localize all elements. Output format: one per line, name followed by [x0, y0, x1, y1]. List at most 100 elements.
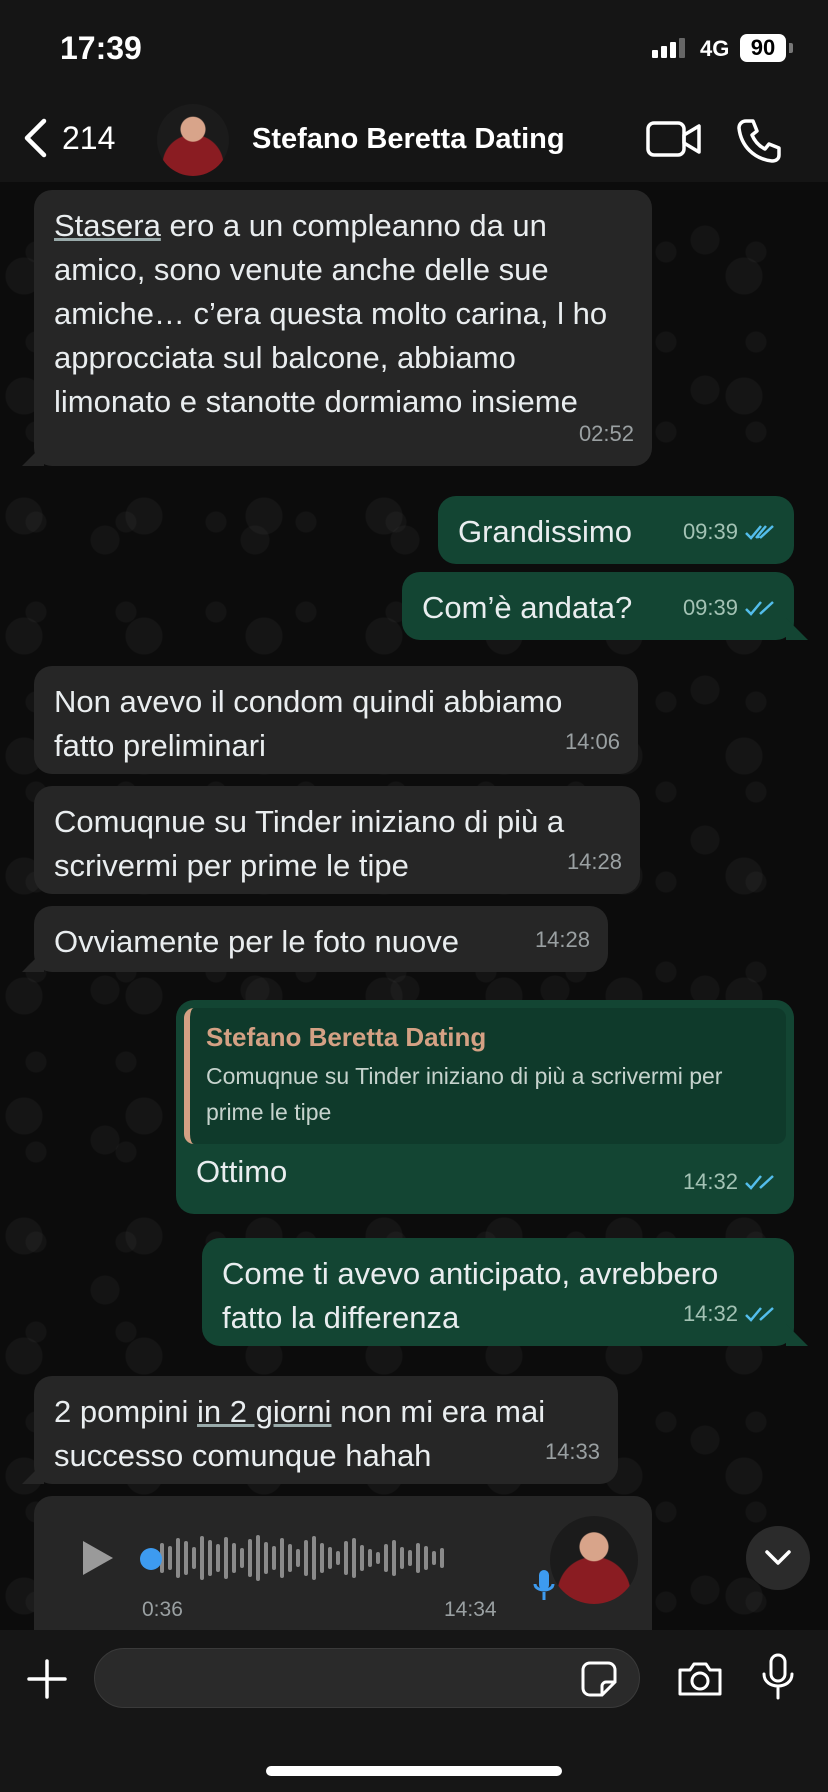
home-indicator [266, 1766, 562, 1776]
double-check-icon [745, 1307, 774, 1322]
sender-avatar [550, 1516, 638, 1604]
message-list[interactable]: Stasera ero a un compleanno da un amico,… [0, 182, 828, 1630]
waveform-bar [224, 1537, 228, 1579]
waveform-bar [320, 1543, 324, 1573]
message-time: 14:32 [682, 1301, 738, 1326]
voice-duration: 0:36 [142, 1598, 183, 1621]
message-bubble-incoming[interactable]: 2 pompini in 2 giorni non mi era mai suc… [34, 1376, 618, 1484]
waveform-bar [424, 1546, 428, 1570]
waveform-bar [400, 1547, 404, 1569]
back-button[interactable]: 214 [22, 118, 115, 158]
message-bubble-incoming[interactable]: Non avevo il condom quindi abbiamo fatto… [34, 666, 638, 774]
message-meta: 14:28 [567, 840, 622, 884]
waveform-bar [216, 1544, 220, 1572]
waveform-bar [360, 1545, 364, 1571]
message-text: Com’è andata? [422, 590, 633, 625]
playback-scrubber[interactable] [140, 1548, 162, 1570]
waveform-bar [208, 1540, 212, 1576]
voice-message[interactable]: 0:36 14:34 [34, 1496, 652, 1630]
waveform-bar [368, 1549, 372, 1567]
waveform-bar [248, 1539, 252, 1577]
play-button[interactable] [80, 1538, 116, 1583]
waveform-bar [328, 1547, 332, 1569]
message-meta: 14:32 [683, 1160, 776, 1204]
message-meta: 09:39 [683, 510, 776, 554]
waveform-bar [288, 1544, 292, 1572]
voice-record-button[interactable] [760, 1652, 796, 1707]
waveform-bar [192, 1547, 196, 1569]
composer-bar [0, 1630, 828, 1792]
waveform-bar [432, 1551, 436, 1565]
video-camera-icon [646, 121, 701, 157]
back-count: 214 [62, 119, 116, 156]
waveform-bar [200, 1536, 204, 1580]
message-meta: 02:52 [579, 412, 634, 456]
message-time: 14:28 [566, 849, 622, 874]
message-bubble-outgoing[interactable]: Stefano Beretta Dating Comuqnue su Tinde… [176, 1000, 794, 1214]
message-time: 02:52 [578, 421, 634, 446]
waveform-bar [408, 1550, 412, 1566]
message-bubble-outgoing[interactable]: Grandissimo 09:39 [438, 496, 794, 564]
battery-icon: 90 [740, 34, 786, 62]
message-time: 14:06 [564, 729, 620, 754]
message-text: Ovviamente per le foto nuove [54, 924, 459, 959]
contact-avatar[interactable] [157, 104, 229, 176]
waveform-bar [392, 1540, 396, 1576]
camera-icon [678, 1662, 722, 1696]
waveform-bar [168, 1546, 172, 1570]
message-bubble-incoming[interactable]: Ovviamente per le foto nuove 14:28 [34, 906, 608, 972]
quoted-text: Comuqnue su Tinder iniziano di più a scr… [206, 1063, 723, 1125]
message-text: Comuqnue su Tinder iniziano di più a scr… [54, 804, 565, 883]
waveform-bar [272, 1546, 276, 1570]
message-meta: 14:33 [545, 1430, 600, 1474]
message-bubble-outgoing[interactable]: Come ti avevo anticipato, avrebbero fatt… [202, 1238, 794, 1346]
voice-waveform[interactable] [144, 1534, 532, 1582]
message-text: Grandissimo [458, 514, 632, 549]
message-bubble-outgoing[interactable]: Com’è andata? 09:39 [402, 572, 794, 640]
camera-button[interactable] [676, 1660, 724, 1703]
message-input[interactable] [94, 1648, 640, 1708]
waveform-bar [256, 1535, 260, 1581]
double-check-icon [745, 601, 774, 616]
scroll-to-bottom-button[interactable] [746, 1526, 810, 1590]
message-link-text[interactable]: Stasera [54, 208, 161, 243]
waveform-bar [384, 1544, 388, 1572]
waveform-bar [312, 1536, 316, 1580]
waveform-bar [296, 1549, 300, 1567]
message-text: Non avevo il condom quindi abbiamo fatto… [54, 684, 563, 763]
attach-button[interactable] [26, 1658, 68, 1705]
chevron-left-icon [24, 118, 47, 158]
quoted-author: Stefano Beretta Dating [206, 1022, 487, 1052]
sticker-icon [581, 1661, 617, 1697]
chevron-down-icon [765, 1550, 791, 1565]
bubble-tail [22, 1462, 44, 1484]
waveform-bar [336, 1551, 340, 1565]
message-time: 14:33 [544, 1439, 600, 1464]
message-bubble-incoming[interactable]: Comuqnue su Tinder iniziano di più a scr… [34, 786, 640, 894]
waveform-bar [184, 1541, 188, 1575]
voice-call-button[interactable] [736, 118, 782, 169]
message-link-text[interactable]: in 2 giorni [197, 1394, 331, 1429]
video-call-button[interactable] [646, 120, 702, 163]
message-bubble-incoming[interactable]: Stasera ero a un compleanno da un amico,… [34, 190, 652, 466]
waveform-bar [240, 1548, 244, 1568]
sticker-button[interactable] [580, 1660, 618, 1703]
contact-name[interactable]: Stefano Beretta Dating [252, 123, 565, 156]
network-label: 4G [700, 36, 730, 61]
battery-tip [789, 43, 793, 53]
message-meta: 14:32 [683, 1292, 776, 1336]
message-text: Come ti avevo anticipato, avrebbero fatt… [222, 1256, 719, 1335]
quoted-message[interactable]: Stefano Beretta Dating Comuqnue su Tinde… [184, 1008, 786, 1144]
message-meta: 14:28 [535, 918, 590, 962]
double-check-icon [745, 1175, 774, 1190]
message-time: 14:32 [682, 1169, 738, 1194]
play-icon [83, 1541, 113, 1575]
waveform-bar [280, 1538, 284, 1578]
message-meta: 14:06 [565, 720, 620, 764]
bubble-tail [786, 618, 808, 640]
status-time: 17:39 [60, 30, 142, 66]
plus-icon [27, 1659, 67, 1699]
signal-icon [652, 38, 685, 58]
message-text: 2 pompini [54, 1394, 198, 1429]
bubble-tail [786, 1324, 808, 1346]
